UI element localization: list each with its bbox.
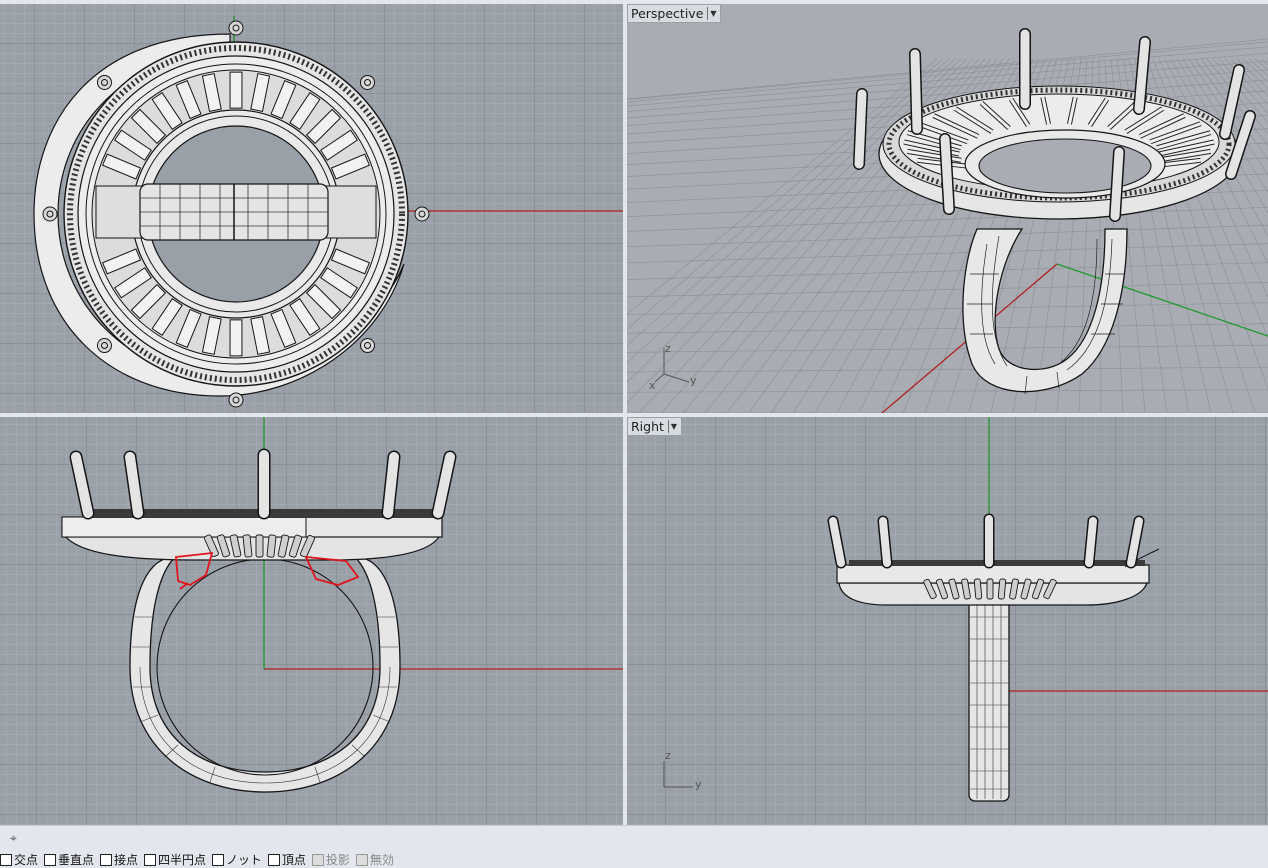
- osnap-option[interactable]: ノット: [212, 851, 262, 868]
- viewport-label-right[interactable]: Right ▼: [627, 417, 682, 436]
- osnap-option[interactable]: 垂直点: [44, 851, 94, 868]
- crosshair-icon[interactable]: ⌖: [10, 831, 17, 846]
- osnap-option[interactable]: 投影: [311, 851, 350, 868]
- prong: [228, 392, 244, 408]
- axis-z-label: z: [665, 342, 671, 355]
- viewport-front[interactable]: [0, 417, 623, 825]
- axis-z-label: z: [665, 749, 671, 762]
- axis-y-label: y: [690, 374, 697, 387]
- osnap-option[interactable]: 接点: [100, 851, 138, 868]
- chevron-down-icon[interactable]: ▼: [707, 7, 718, 20]
- osnap-options: 交点 垂直点 接点 四半円点 ノット 頂点 投影 無効: [0, 851, 394, 868]
- perspective-view-ring-model: z x y: [627, 28, 1268, 413]
- spoke: [255, 534, 264, 558]
- prong: [42, 206, 58, 222]
- chevron-down-icon[interactable]: ▼: [667, 420, 679, 433]
- osnap-label: 頂点: [281, 853, 306, 867]
- viewport-right[interactable]: Right ▼ z y: [627, 417, 1268, 825]
- viewport-label-perspective[interactable]: Perspective ▼: [627, 4, 722, 23]
- osnap-checkbox[interactable]: [355, 853, 368, 866]
- osnap-label: 投影: [325, 853, 350, 867]
- prong: [96, 338, 112, 354]
- osnap-checkbox[interactable]: [311, 853, 324, 866]
- osnap-statusbar: ⌖ 交点 垂直点 接点 四半円点 ノット 頂点 投影 無効: [0, 825, 1268, 867]
- spoke: [997, 578, 1007, 600]
- axis-y-label: y: [695, 778, 702, 791]
- osnap-checkbox[interactable]: [0, 853, 12, 866]
- axis-x-label: x: [649, 379, 656, 392]
- prong: [360, 338, 376, 354]
- osnap-label: 垂直点: [58, 853, 95, 867]
- osnap-label: 無効: [369, 853, 394, 867]
- viewport-perspective[interactable]: Perspective ▼ z x y: [627, 4, 1268, 413]
- spoke: [973, 578, 983, 600]
- osnap-label: 四半円点: [158, 853, 207, 867]
- prong: [360, 74, 376, 90]
- osnap-checkbox[interactable]: [100, 853, 113, 866]
- osnap-label: ノット: [226, 853, 262, 867]
- osnap-checkbox[interactable]: [212, 853, 225, 866]
- viewport-title: Right: [631, 419, 664, 434]
- prong: [228, 20, 244, 36]
- osnap-checkbox[interactable]: [267, 853, 280, 866]
- osnap-checkbox[interactable]: [44, 853, 57, 866]
- prong: [414, 206, 430, 222]
- osnap-option[interactable]: 交点: [0, 851, 38, 868]
- osnap-option[interactable]: 四半円点: [144, 851, 206, 868]
- osnap-option[interactable]: 頂点: [267, 851, 306, 868]
- viewport-title: Perspective: [631, 6, 704, 21]
- spoke: [229, 71, 243, 109]
- osnap-option[interactable]: 無効: [355, 851, 394, 868]
- osnap-checkbox[interactable]: [144, 853, 157, 866]
- right-view-ring-model: z y: [663, 417, 1268, 802]
- viewport-top[interactable]: [0, 4, 623, 413]
- front-view-ring-model: [61, 417, 623, 793]
- prong: [96, 74, 112, 90]
- spoke: [986, 578, 994, 600]
- spoke: [229, 319, 243, 357]
- osnap-label: 交点: [14, 853, 39, 867]
- top-view-ring-model: [33, 16, 623, 408]
- osnap-label: 接点: [114, 853, 139, 867]
